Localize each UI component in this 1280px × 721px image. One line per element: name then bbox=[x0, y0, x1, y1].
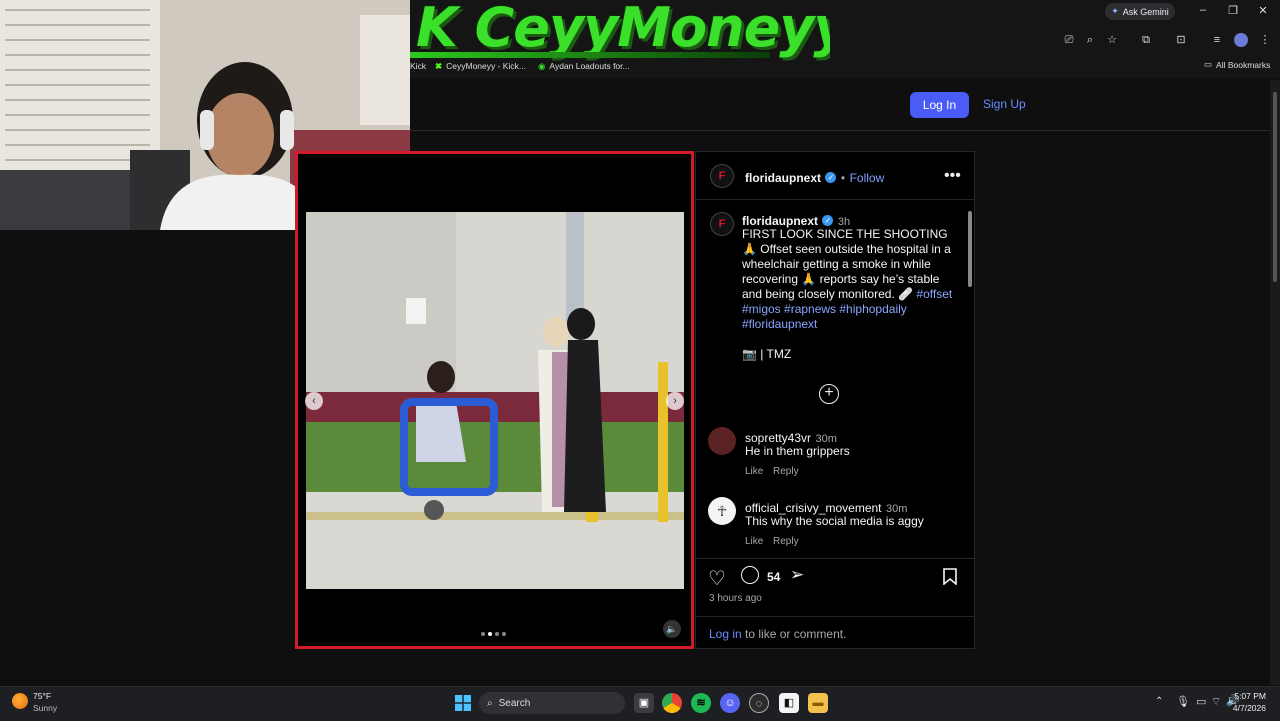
file-explorer-icon[interactable]: ▬ bbox=[808, 693, 828, 713]
windows-start-icon[interactable] bbox=[453, 693, 473, 713]
restore-icon[interactable]: ❐ bbox=[1225, 4, 1241, 17]
carousel-dot bbox=[495, 632, 499, 636]
post-photo[interactable] bbox=[306, 212, 684, 589]
zoom-icon[interactable]: ⌕ bbox=[1083, 33, 1097, 47]
signup-link[interactable]: Sign Up bbox=[983, 97, 1026, 111]
minimize-icon[interactable]: – bbox=[1195, 4, 1211, 16]
comment-count: 54 bbox=[767, 570, 781, 584]
login-link[interactable]: Log in bbox=[709, 627, 742, 641]
channel-banner: K CeyyMoneyy bbox=[410, 0, 830, 66]
post-age: 3 hours ago bbox=[709, 593, 762, 604]
carousel-dot-active bbox=[488, 632, 492, 636]
bookmark-kick[interactable]: Kick bbox=[410, 58, 426, 74]
bookmark-aydan[interactable]: ◉ Aydan Loadouts for... bbox=[538, 58, 630, 74]
page-scrollbar[interactable] bbox=[1270, 80, 1280, 685]
comment-text: This why the social media is aggy bbox=[745, 514, 924, 528]
tab-search-icon[interactable]: ⊡ bbox=[1174, 33, 1188, 47]
network-icon[interactable]: ⌔ bbox=[1211, 695, 1221, 709]
cast-icon[interactable]: ⎚ bbox=[1062, 33, 1076, 47]
author-avatar[interactable]: F bbox=[710, 164, 734, 188]
comment-like-button[interactable]: Like bbox=[745, 466, 763, 477]
author-username[interactable]: floridaupnext bbox=[745, 171, 821, 185]
ask-gemini-button[interactable]: ✦ Ask Gemini bbox=[1105, 3, 1175, 20]
comment-text: He in them grippers bbox=[745, 444, 850, 458]
bookmark-ceyymoneyy[interactable]: ✖ CeyyMoneyy - Kick... bbox=[435, 58, 526, 74]
follow-button[interactable]: Follow bbox=[850, 171, 885, 185]
caption-body: FIRST LOOK SINCE THE SHOOTING 🙏 Offset s… bbox=[742, 227, 958, 332]
gemini-icon: ✦ bbox=[1111, 6, 1119, 16]
taskbar-search[interactable]: ⌕ Search bbox=[479, 692, 625, 714]
comment-reply-button[interactable]: Reply bbox=[773, 466, 799, 477]
menu-icon[interactable]: ⋮ bbox=[1258, 33, 1272, 47]
star-icon[interactable]: ☆ bbox=[1105, 33, 1119, 47]
kick-icon: ✖ bbox=[435, 60, 443, 71]
bookmark-icon[interactable] bbox=[943, 568, 957, 586]
carousel-indicator bbox=[481, 632, 506, 636]
search-icon: ⌕ bbox=[487, 697, 493, 709]
carousel-dot bbox=[502, 632, 506, 636]
media-icon[interactable]: ≡ bbox=[1210, 33, 1224, 47]
carousel-dot bbox=[481, 632, 485, 636]
add-icon[interactable]: + bbox=[819, 384, 839, 404]
commenter-avatar[interactable]: ☥ bbox=[708, 497, 736, 525]
close-icon[interactable]: ✕ bbox=[1255, 4, 1271, 17]
spotify-icon[interactable]: ≋ bbox=[691, 693, 711, 713]
audio-icon[interactable]: 🔈 bbox=[663, 620, 681, 638]
comment-reply-button[interactable]: Reply bbox=[773, 536, 799, 547]
commenter-avatar[interactable] bbox=[708, 427, 736, 455]
verified-icon: ✓ bbox=[822, 215, 834, 227]
comment-username[interactable]: sopretty43vr bbox=[745, 431, 811, 445]
site-header bbox=[410, 78, 1270, 131]
like-icon[interactable]: ♡ bbox=[708, 566, 726, 591]
folder-icon: ▭ bbox=[1204, 59, 1213, 69]
comments-scrollbar[interactable] bbox=[966, 203, 974, 555]
caption-avatar[interactable]: F bbox=[710, 212, 734, 236]
comment-icon[interactable] bbox=[741, 566, 759, 584]
extensions-icon[interactable]: ⧉ bbox=[1139, 33, 1153, 47]
clock-time[interactable]: 5:07 PM bbox=[1230, 691, 1266, 701]
more-options-icon[interactable]: ••• bbox=[944, 167, 961, 185]
app-icon[interactable]: ◌ bbox=[749, 693, 769, 713]
caption-username[interactable]: floridaupnext bbox=[742, 214, 818, 228]
carousel-next-button[interactable]: › bbox=[666, 392, 684, 410]
discord-icon[interactable]: ☺ bbox=[720, 693, 740, 713]
carousel-prev-button[interactable]: ‹ bbox=[305, 392, 323, 410]
verified-icon: ✓ bbox=[825, 172, 837, 184]
divider bbox=[696, 199, 974, 200]
chrome-icon[interactable] bbox=[662, 693, 682, 713]
all-bookmarks[interactable]: ▭ All Bookmarks bbox=[1204, 59, 1270, 70]
clock-date[interactable]: 4/7/2026 bbox=[1230, 703, 1266, 713]
comment-like-button[interactable]: Like bbox=[745, 536, 763, 547]
divider bbox=[696, 558, 974, 559]
login-button[interactable]: Log In bbox=[910, 92, 969, 118]
divider bbox=[696, 616, 974, 617]
post-header: floridaupnext ✓ • Follow bbox=[745, 171, 885, 185]
comment-username[interactable]: official_crisivy_movement bbox=[745, 501, 882, 515]
bookmark-icon: ◉ bbox=[538, 60, 546, 71]
weather-temp[interactable]: 75°F bbox=[33, 691, 51, 701]
weather-icon[interactable] bbox=[12, 693, 28, 709]
display-icon[interactable]: ▭ bbox=[1196, 695, 1206, 708]
share-icon[interactable]: ➢ bbox=[790, 565, 804, 585]
photo-credit: 📷 | TMZ bbox=[742, 347, 792, 361]
capcut-icon[interactable]: ◧ bbox=[779, 693, 799, 713]
microphone-icon[interactable]: 🎙 bbox=[1176, 695, 1190, 708]
chevron-up-icon[interactable]: ⌃ bbox=[1155, 696, 1163, 707]
profile-avatar[interactable] bbox=[1234, 33, 1248, 47]
weather-condition[interactable]: Sunny bbox=[33, 703, 57, 713]
login-prompt: Log in to like or comment. bbox=[709, 627, 847, 641]
banner-text: K CeyyMoneyy bbox=[416, 0, 830, 59]
task-view-icon[interactable]: ▣ bbox=[634, 693, 654, 713]
